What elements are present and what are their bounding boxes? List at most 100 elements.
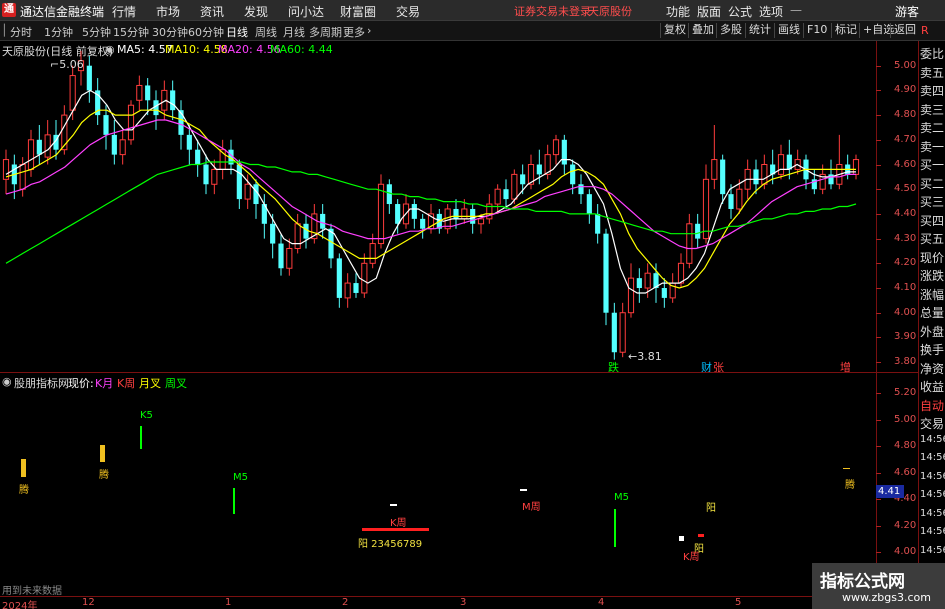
candle-body[interactable] — [69, 75, 76, 111]
candle-body[interactable] — [270, 223, 276, 244]
menu-banmian[interactable]: 版面 — [697, 3, 721, 20]
candle-body[interactable] — [211, 168, 218, 185]
candle-body[interactable] — [627, 277, 635, 314]
draw-line-button[interactable]: 画线 — [774, 23, 803, 38]
candle-body[interactable] — [636, 278, 642, 289]
quote-label[interactable]: 交易 — [920, 415, 944, 432]
candle-body[interactable] — [711, 159, 718, 180]
candle-body[interactable] — [244, 183, 251, 200]
candle-body[interactable] — [611, 312, 617, 353]
quote-label[interactable]: 卖三 — [920, 101, 944, 118]
quote-label[interactable]: 14:56 — [920, 508, 945, 519]
quote-label[interactable]: 14:56 — [920, 434, 945, 445]
candle-body[interactable] — [786, 154, 792, 170]
candle-body[interactable] — [511, 173, 518, 200]
candle-body[interactable] — [603, 233, 609, 313]
period-weekly[interactable]: 周线 — [255, 24, 277, 40]
candle-body[interactable] — [686, 223, 693, 264]
candle-body[interactable] — [520, 174, 526, 185]
candle-body[interactable] — [145, 85, 151, 101]
candle-body[interactable] — [586, 194, 592, 214]
fuquan-button[interactable]: 复权 — [660, 23, 689, 38]
menu-caifuquan[interactable]: 财富圈 — [340, 3, 376, 20]
candle-body[interactable] — [619, 312, 626, 353]
menu-faxian[interactable]: 发现 — [244, 3, 268, 20]
candle-body[interactable] — [186, 134, 192, 150]
quote-label[interactable]: 14:56 — [920, 471, 945, 482]
candle-body[interactable] — [753, 169, 759, 185]
period-monthly[interactable]: 月线 — [283, 24, 305, 40]
candle-body[interactable] — [728, 194, 734, 209]
period-15min[interactable]: 15分钟 — [113, 24, 149, 40]
period-multi[interactable]: 多周期 — [309, 24, 342, 40]
statistics-button[interactable]: 统计 — [745, 23, 774, 38]
candle-body[interactable] — [395, 204, 401, 224]
quote-label[interactable]: 涨幅 — [920, 286, 944, 303]
mark-button[interactable]: 标记 — [831, 23, 860, 38]
candle-body[interactable] — [377, 183, 385, 245]
trade-login-notice[interactable]: 证券交易未登录 — [514, 3, 591, 19]
menu-xuanxiang[interactable]: 选项 — [759, 3, 783, 20]
candle-body[interactable] — [461, 208, 468, 220]
quote-label[interactable]: 换手 — [920, 341, 944, 358]
minimize-icon[interactable]: — — [790, 3, 802, 17]
candle-body[interactable] — [736, 188, 743, 210]
candle-body[interactable] — [411, 204, 417, 219]
candle-body[interactable] — [320, 213, 326, 229]
candle-body[interactable] — [286, 247, 293, 269]
menu-wenxiaoda[interactable]: 问小达 — [288, 3, 324, 20]
menu-gongneng[interactable]: 功能 — [666, 3, 690, 20]
menu-zixun[interactable]: 资讯 — [200, 3, 224, 20]
candle-body[interactable] — [761, 164, 768, 185]
candle-body[interactable] — [369, 243, 376, 264]
quote-label[interactable]: 14:56 — [920, 489, 945, 500]
candle-body[interactable] — [195, 149, 201, 165]
quote-label[interactable]: 买二 — [920, 175, 944, 192]
period-60min[interactable]: 60分钟 — [188, 24, 224, 40]
candle-body[interactable] — [103, 115, 109, 135]
candle-body[interactable] — [19, 164, 26, 190]
menu-jiaoyi[interactable]: 交易 — [396, 3, 420, 20]
candle-body[interactable] — [777, 154, 785, 175]
quote-label[interactable]: 14:56 — [920, 452, 945, 463]
candle-body[interactable] — [361, 262, 368, 294]
menu-shichang[interactable]: 市场 — [156, 3, 180, 20]
candle-body[interactable] — [353, 283, 359, 293]
quote-label[interactable]: 涨跌 — [920, 267, 944, 284]
candle-body[interactable] — [203, 164, 209, 185]
candle-body[interactable] — [111, 134, 117, 155]
candle-body[interactable] — [36, 139, 42, 155]
quote-label[interactable]: 委比 — [920, 45, 944, 62]
candle-body[interactable] — [561, 139, 567, 165]
candle-body[interactable] — [420, 218, 426, 229]
period-more[interactable]: 更多 — [343, 24, 365, 40]
period-1min[interactable]: 1分钟 — [44, 24, 73, 40]
quote-label[interactable]: 买一 — [920, 156, 944, 173]
back-button[interactable]: 返回 — [890, 23, 919, 38]
candle-body[interactable] — [494, 188, 501, 205]
quote-label[interactable]: 净资 — [920, 360, 944, 377]
candle-body[interactable] — [644, 272, 651, 289]
guest-user[interactable]: 游客 — [895, 3, 919, 20]
indicator-settings-icon[interactable]: ◉ — [2, 375, 12, 388]
candle-body[interactable] — [344, 282, 351, 299]
pane-divider[interactable] — [0, 372, 918, 373]
quote-label[interactable]: 外盘 — [920, 323, 944, 340]
candle-body[interactable] — [695, 223, 701, 239]
quote-label[interactable]: 卖二 — [920, 119, 944, 136]
candle-body[interactable] — [661, 288, 667, 298]
candle-body[interactable] — [127, 104, 135, 141]
candle-body[interactable] — [236, 164, 242, 200]
quote-label[interactable]: 卖五 — [920, 64, 944, 81]
multi-stock-button[interactable]: 多股 — [716, 23, 745, 38]
candle-body[interactable] — [44, 134, 51, 158]
candle-body[interactable] — [578, 184, 584, 195]
quote-label[interactable]: 卖四 — [920, 82, 944, 99]
quote-label[interactable]: 总量 — [920, 304, 944, 321]
candle-body[interactable] — [720, 159, 726, 195]
candle-body[interactable] — [170, 90, 176, 111]
candle-body[interactable] — [702, 178, 710, 240]
quote-label[interactable]: 自动 — [920, 397, 944, 414]
candle-body[interactable] — [27, 139, 35, 170]
candle-body[interactable] — [570, 164, 576, 185]
